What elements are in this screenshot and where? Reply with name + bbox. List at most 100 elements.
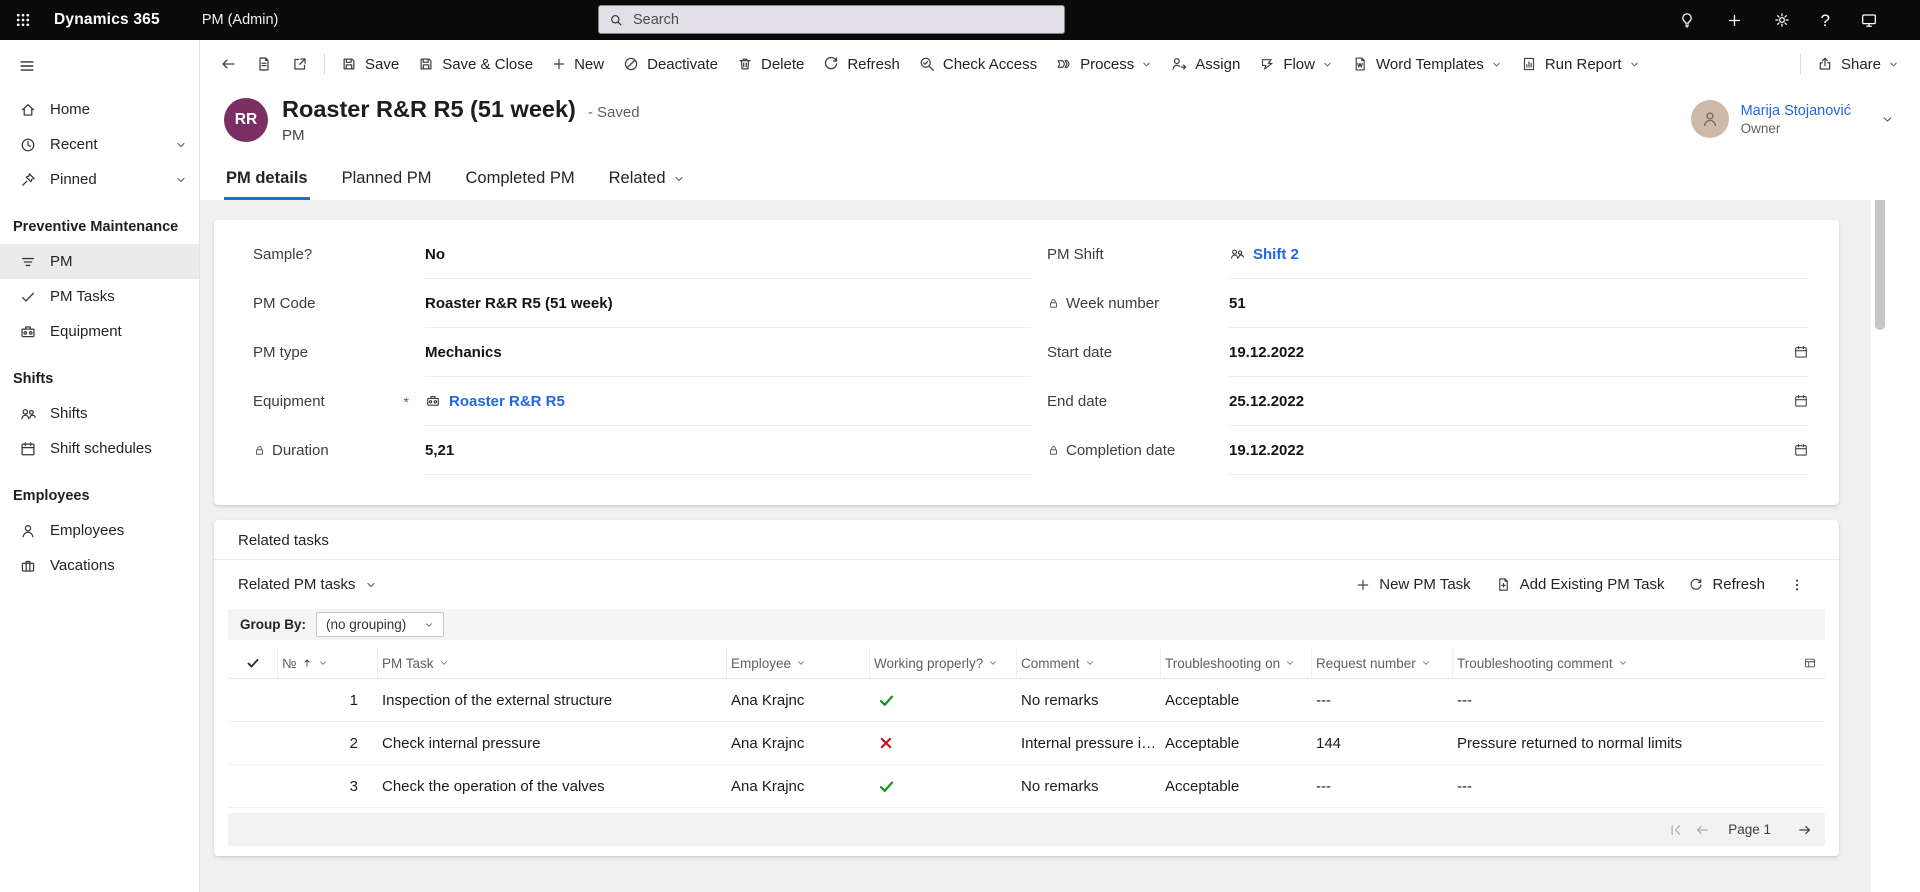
- column-header-request-number[interactable]: Request number: [1312, 648, 1453, 678]
- sidebar-item-label: Shifts: [50, 405, 88, 422]
- field-value[interactable]: 25.12.2022: [1229, 377, 1809, 426]
- people-icon: [1229, 246, 1245, 262]
- settings-gear-icon[interactable]: [1773, 11, 1791, 29]
- column-header-troubleshooting-on[interactable]: Troubleshooting on: [1161, 648, 1312, 678]
- save-button[interactable]: Save: [331, 49, 408, 79]
- feedback-monitor-icon[interactable]: [1860, 11, 1878, 29]
- chevron-down-icon: [796, 658, 806, 668]
- new-pm-task-button[interactable]: New PM Task: [1345, 570, 1480, 599]
- process-button[interactable]: Process: [1046, 49, 1161, 79]
- sidebar-item-home[interactable]: Home: [0, 92, 199, 127]
- pm-filter-icon: [19, 253, 37, 271]
- tab-planned-pm[interactable]: Planned PM: [340, 160, 434, 200]
- lightbulb-icon[interactable]: [1678, 11, 1696, 29]
- save-and-close-button[interactable]: Save & Close: [408, 49, 542, 79]
- add-icon[interactable]: [1726, 12, 1743, 29]
- shift-lookup-link[interactable]: Shift 2: [1253, 246, 1299, 263]
- main-area: Save Save & Close New Deactivate Delete …: [200, 40, 1920, 892]
- open-in-new-window-button[interactable]: [282, 49, 318, 79]
- sidebar-item-equipment[interactable]: Equipment: [0, 314, 199, 349]
- chevron-down-icon: [1085, 658, 1095, 668]
- new-button[interactable]: New: [542, 50, 613, 79]
- chevron-down-icon[interactable]: [1881, 113, 1894, 126]
- flow-button[interactable]: Flow: [1249, 49, 1342, 79]
- previous-page-button[interactable]: [1694, 822, 1710, 838]
- global-search-box[interactable]: [598, 5, 1065, 34]
- select-all-check-icon[interactable]: [228, 648, 278, 678]
- tab-related[interactable]: Related: [607, 160, 687, 200]
- add-existing-pm-task-button[interactable]: Add Existing PM Task: [1485, 570, 1675, 599]
- word-templates-button[interactable]: Word Templates: [1342, 49, 1511, 79]
- process-icon: [1055, 55, 1073, 73]
- cell-pm-task: Inspection of the external structure: [382, 691, 613, 709]
- chevron-down-icon: [673, 173, 685, 185]
- column-header-pm-task[interactable]: PM Task: [378, 648, 727, 678]
- next-page-button[interactable]: [1797, 822, 1813, 838]
- sidebar-collapse-hamburger-icon[interactable]: [0, 40, 199, 92]
- app-launcher-waffle-icon[interactable]: [0, 0, 46, 40]
- pm-details-section: Sample? No PM Code Roaster R&R R5 (51 we…: [214, 220, 1839, 505]
- owner-avatar[interactable]: [1690, 100, 1729, 138]
- run-report-button[interactable]: Run Report: [1511, 49, 1649, 79]
- cell-number: 2: [349, 734, 358, 752]
- table-row[interactable]: 2 Check internal pressure Ana Krajnc Int…: [228, 722, 1825, 765]
- calendar-icon[interactable]: [1793, 393, 1809, 409]
- check-access-button[interactable]: Check Access: [909, 49, 1046, 79]
- sidebar-item-vacations[interactable]: Vacations: [0, 548, 199, 583]
- sidebar-item-pm[interactable]: PM: [0, 244, 199, 279]
- brand-title[interactable]: Dynamics 365: [54, 11, 160, 29]
- first-page-button[interactable]: [1668, 822, 1684, 838]
- field-value: 51: [1229, 279, 1809, 328]
- sidebar-item-label: PM Tasks: [50, 288, 115, 305]
- more-commands-button[interactable]: [1779, 571, 1815, 599]
- sidebar-item-shifts[interactable]: Shifts: [0, 396, 199, 431]
- add-existing-icon: [1495, 576, 1512, 593]
- form-selector-button[interactable]: [246, 49, 282, 79]
- field-value[interactable]: Mechanics: [425, 328, 1031, 377]
- help-icon[interactable]: ?: [1821, 12, 1830, 29]
- cell-comment: Internal pressure is...: [1021, 734, 1161, 752]
- group-by-dropdown[interactable]: (no grouping): [316, 612, 445, 637]
- refresh-button[interactable]: Refresh: [813, 49, 909, 79]
- table-row[interactable]: 1 Inspection of the external structure A…: [228, 679, 1825, 722]
- field-value[interactable]: Shift 2: [1229, 230, 1809, 279]
- grid-settings-icon[interactable]: [1795, 648, 1825, 678]
- field-value[interactable]: Roaster R&R R5: [425, 377, 1031, 426]
- subgrid-view-selector[interactable]: Related PM tasks: [238, 576, 377, 593]
- calendar-icon[interactable]: [1793, 344, 1809, 360]
- equipment-lookup-link[interactable]: Roaster R&R R5: [449, 393, 565, 410]
- field-value[interactable]: No: [425, 230, 1031, 279]
- delete-button[interactable]: Delete: [727, 49, 813, 79]
- tab-pm-details[interactable]: PM details: [224, 160, 310, 200]
- column-header-troubleshooting-comment[interactable]: Troubleshooting comment: [1453, 648, 1795, 678]
- search-input[interactable]: [631, 10, 1054, 29]
- field-value[interactable]: 19.12.2022: [1229, 328, 1809, 377]
- column-header-employee[interactable]: Employee: [727, 648, 870, 678]
- tab-completed-pm[interactable]: Completed PM: [464, 160, 577, 200]
- sidebar-item-recent[interactable]: Recent: [0, 127, 199, 162]
- back-button[interactable]: [210, 49, 246, 79]
- save-close-icon: [417, 55, 435, 73]
- deactivate-button[interactable]: Deactivate: [613, 49, 727, 79]
- app-name[interactable]: PM (Admin): [202, 12, 279, 28]
- cell-request-number: ---: [1316, 691, 1331, 709]
- sidebar-item-shift-schedules[interactable]: Shift schedules: [0, 431, 199, 466]
- vertical-scrollbar-thumb[interactable]: [1875, 180, 1885, 330]
- chevron-down-icon: [318, 658, 328, 668]
- subgrid-refresh-button[interactable]: Refresh: [1678, 570, 1775, 599]
- chevron-down-icon: [1491, 59, 1502, 70]
- column-header-number[interactable]: №: [278, 648, 378, 678]
- owner-name-link[interactable]: Marija Stojanović: [1741, 103, 1851, 119]
- related-tasks-title: Related tasks: [214, 520, 1839, 560]
- table-row[interactable]: 3 Check the operation of the valves Ana …: [228, 765, 1825, 808]
- field-value[interactable]: Roaster R&R R5 (51 week): [425, 279, 1031, 328]
- share-button[interactable]: Share: [1807, 49, 1908, 79]
- assign-button[interactable]: Assign: [1161, 49, 1249, 79]
- sidebar-item-pinned[interactable]: Pinned: [0, 162, 199, 197]
- column-header-comment[interactable]: Comment: [1017, 648, 1161, 678]
- sidebar-item-pm-tasks[interactable]: PM Tasks: [0, 279, 199, 314]
- flow-label: Flow: [1283, 55, 1315, 73]
- column-header-working-properly[interactable]: Working properly?: [870, 648, 1017, 678]
- calendar-icon[interactable]: [1793, 442, 1809, 458]
- sidebar-item-employees[interactable]: Employees: [0, 513, 199, 548]
